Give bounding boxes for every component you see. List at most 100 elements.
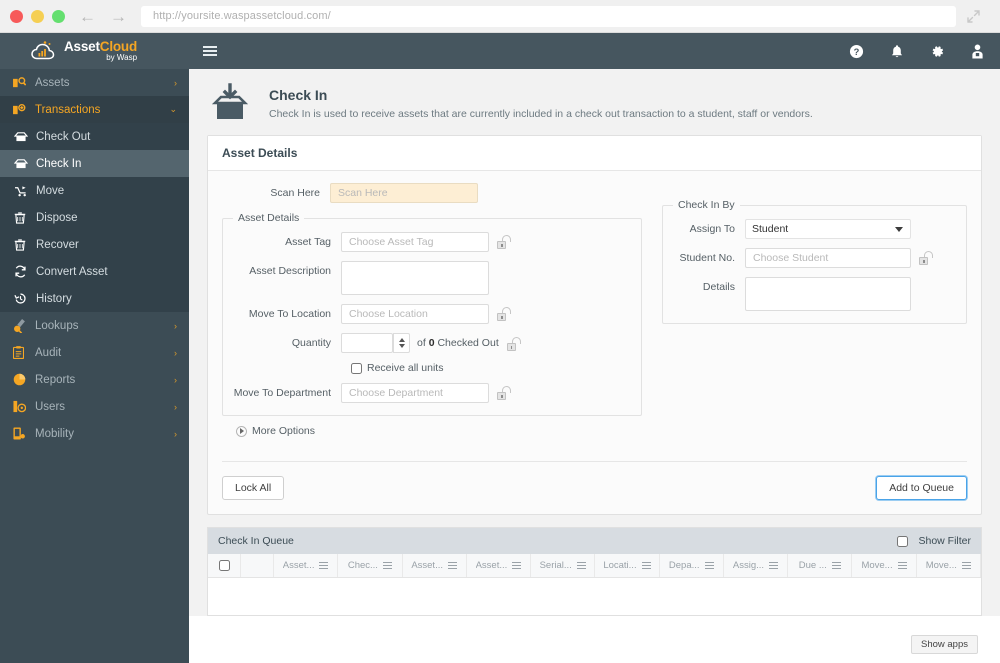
chevron-right-icon: › <box>174 347 177 358</box>
receive-all-units-label[interactable]: Receive all units <box>367 362 443 374</box>
logo-tagline: by Wasp <box>106 53 138 63</box>
asset-tag-unlocked-padlock-icon[interactable] <box>497 235 512 250</box>
sidebar-item-lookups[interactable]: Lookups › <box>0 312 189 339</box>
sidebar-item-history[interactable]: History <box>0 285 189 312</box>
sidebar-item-check-out[interactable]: Check Out <box>0 123 189 150</box>
column-menu-icon[interactable] <box>831 561 841 570</box>
sidebar-item-label: Users <box>35 400 66 413</box>
sidebar-item-convert-asset[interactable]: Convert Asset <box>0 258 189 285</box>
move-to-location-unlocked-padlock-icon[interactable] <box>497 307 512 322</box>
check-in-box-icon <box>207 83 253 123</box>
maximize-window-button[interactable] <box>52 9 65 23</box>
quantity-stepper[interactable] <box>393 333 410 353</box>
student-no-row: Student No. <box>673 248 956 268</box>
minimize-window-button[interactable] <box>31 9 44 23</box>
check-column[interactable]: Chec... <box>338 554 403 577</box>
asset-tag-column[interactable]: Asset... <box>274 554 339 577</box>
asset-column[interactable]: Asset... <box>467 554 532 577</box>
sidebar-item-mobility[interactable]: Mobility › <box>0 420 189 447</box>
details-textarea[interactable] <box>745 277 911 311</box>
column-menu-icon[interactable] <box>576 561 586 570</box>
receive-all-units-checkbox[interactable] <box>351 362 362 374</box>
page-subtitle: Check In is used to receive assets that … <box>269 107 813 120</box>
assigned-column[interactable]: Assig... <box>724 554 789 577</box>
show-filter-label: Show Filter <box>918 535 971 547</box>
column-menu-icon[interactable] <box>448 561 457 570</box>
column-menu-icon[interactable] <box>319 561 329 570</box>
sidebar-item-dispose[interactable]: Dispose <box>0 204 189 231</box>
audit-icon <box>13 346 35 359</box>
user-account-icon[interactable] <box>971 44 984 59</box>
receive-all-units-row: Receive all units <box>351 362 631 374</box>
asset-tag-input[interactable] <box>341 232 489 252</box>
check-in-by-fieldset: Check In By Assign To StudentStaffVendor <box>662 199 967 324</box>
sidebar-item-users[interactable]: Users › <box>0 393 189 420</box>
student-no-unlocked-padlock-icon[interactable] <box>919 251 934 266</box>
sidebar-item-reports[interactable]: Reports › <box>0 366 189 393</box>
move-to-department-unlocked-padlock-icon[interactable] <box>497 386 512 401</box>
sidebar-item-check-in[interactable]: Check In <box>0 150 189 177</box>
help-icon[interactable]: ? <box>849 44 864 59</box>
sidebar-item-label: Dispose <box>36 211 78 224</box>
show-apps-button[interactable]: Show apps <box>910 634 978 654</box>
window-traffic-lights <box>10 9 65 23</box>
sidebar-item-recover[interactable]: Recover <box>0 231 189 258</box>
column-menu-icon[interactable] <box>897 561 907 570</box>
lock-all-button[interactable]: Lock All <box>222 476 285 500</box>
column-menu-icon[interactable] <box>382 561 392 570</box>
assign-to-row: Assign To StudentStaffVendor <box>673 219 956 239</box>
sidebar-item-label: Reports <box>35 373 76 386</box>
move-to-department-input[interactable] <box>341 383 489 403</box>
forward-arrow-icon[interactable]: → <box>110 8 127 25</box>
select-all-checkbox-column[interactable] <box>208 554 241 577</box>
convert-asset-icon <box>14 265 36 278</box>
sidebar-item-audit[interactable]: Audit › <box>0 339 189 366</box>
scan-here-input[interactable] <box>330 183 478 203</box>
quantity-input[interactable] <box>341 333 393 353</box>
move-to-location-input[interactable] <box>341 304 489 324</box>
column-menu-icon[interactable] <box>704 561 714 570</box>
hamburger-icon[interactable] <box>203 46 217 56</box>
show-filter-checkbox[interactable] <box>897 535 909 547</box>
scan-here-label: Scan Here <box>270 187 320 199</box>
column-menu-icon[interactable] <box>641 561 651 570</box>
url-bar[interactable]: http://yoursite.waspassetcloud.com/ <box>141 5 956 27</box>
expand-icon[interactable] <box>956 9 990 23</box>
add-to-queue-button[interactable]: Add to Queue <box>876 476 967 500</box>
move-to-location-column[interactable]: Move... <box>852 554 917 577</box>
department-column[interactable]: Depa... <box>660 554 724 577</box>
quantity-unlocked-padlock-icon[interactable] <box>506 337 522 352</box>
student-no-input[interactable] <box>745 248 911 268</box>
asset-description-row: Asset Description <box>233 261 631 295</box>
lookups-icon <box>13 318 35 333</box>
actions-column[interactable] <box>241 554 274 577</box>
sidebar-item-label: Recover <box>36 238 79 251</box>
column-menu-icon[interactable] <box>961 561 971 570</box>
dispose-icon <box>14 211 36 224</box>
move-to-department-column[interactable]: Move... <box>917 554 981 577</box>
asset-details-card: Asset Details Scan Here Asset Details <box>207 135 982 515</box>
check-in-icon <box>14 158 36 169</box>
column-label: Asset... <box>475 560 508 571</box>
column-menu-icon[interactable] <box>512 561 522 570</box>
sidebar-item-label: Check Out <box>36 130 91 143</box>
due-date-column[interactable]: Due ... <box>788 554 853 577</box>
app-logo[interactable]: AssetCloud by Wasp <box>0 33 189 69</box>
select-all-checkbox[interactable] <box>218 560 230 571</box>
settings-gear-icon[interactable] <box>930 44 945 59</box>
notifications-bell-icon[interactable] <box>890 44 904 59</box>
sidebar-item-transactions[interactable]: Transactions ⌄ <box>0 96 189 123</box>
more-options-toggle[interactable]: More Options <box>236 425 642 437</box>
sidebar-item-label: Transactions <box>35 103 101 116</box>
show-filter-toggle[interactable]: Show Filter <box>897 535 971 547</box>
column-menu-icon[interactable] <box>769 561 779 570</box>
assign-to-select[interactable]: StudentStaffVendor <box>745 219 911 239</box>
asset-description-textarea[interactable] <box>341 261 489 295</box>
sidebar-item-assets[interactable]: Assets › <box>0 69 189 96</box>
sidebar-item-move[interactable]: Move <box>0 177 189 204</box>
back-arrow-icon[interactable]: ← <box>79 8 96 25</box>
serial-column[interactable]: Serial... <box>531 554 596 577</box>
location-column[interactable]: Locati... <box>595 554 660 577</box>
asset-description-column[interactable]: Asset... <box>403 554 467 577</box>
close-window-button[interactable] <box>10 9 23 23</box>
